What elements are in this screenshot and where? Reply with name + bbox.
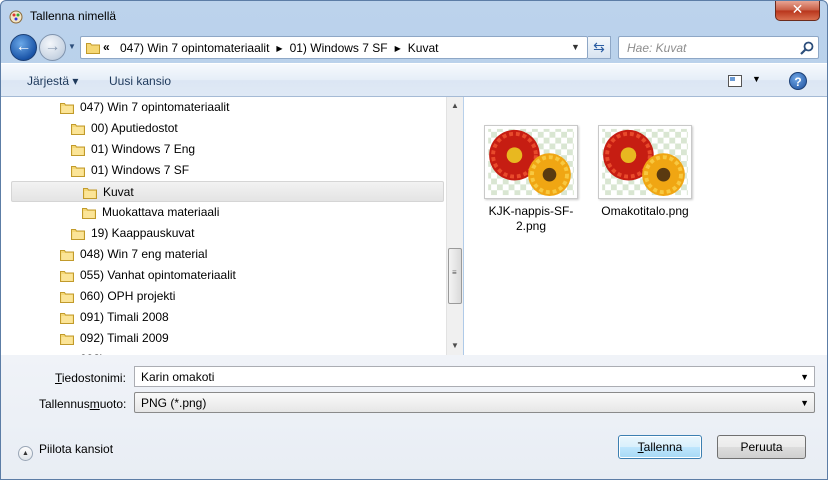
tree-item[interactable]: 01) Windows 7 Eng — [71, 139, 195, 160]
breadcrumb-item[interactable]: Kuvat — [408, 41, 439, 55]
back-button[interactable]: ← — [10, 34, 37, 61]
file-name: KJK-nappis-SF-2.png — [488, 204, 574, 233]
breadcrumb-separator-icon[interactable]: ▶ — [276, 44, 282, 53]
help-button[interactable]: ? — [789, 72, 807, 90]
navigation-pane: 047) Win 7 opintomateriaalit 00) Aputiedo… — [1, 97, 463, 355]
folder-icon — [71, 124, 85, 135]
change-view-button[interactable]: ▼ — [728, 73, 764, 89]
filetype-value: PNG (*.png) — [141, 396, 207, 410]
tree-item-label: Muokattava materiaali — [102, 205, 220, 219]
folder-icon — [71, 145, 85, 156]
window-title: Tallenna nimellä — [30, 9, 117, 23]
tree-item-label: 01) Windows 7 SF — [91, 163, 190, 177]
tree-item-label: Kuvat — [103, 185, 134, 199]
folder-icon — [60, 334, 74, 345]
new-folder-button[interactable]: Uusi kansio — [109, 74, 171, 88]
hide-folders-label: Piilota kansiot — [39, 442, 114, 456]
filename-value: Karin omakoti — [141, 370, 215, 384]
breadcrumb: 047) Win 7 opintomateriaalit ▶ 01) Windows… — [120, 41, 438, 55]
folder-icon — [71, 229, 85, 240]
scroll-down-icon[interactable]: ▼ — [451, 341, 459, 350]
tree-item-label: 00) Aputiedostot — [91, 121, 178, 135]
filename-label: Tiedostonimi: — [55, 371, 126, 385]
chevron-down-icon: ▼ — [752, 74, 761, 84]
search-icon[interactable] — [799, 40, 815, 56]
tree-item-label: 092) Timali 2009 — [80, 331, 169, 345]
tree-item[interactable]: 19) Kaappauskuvat — [71, 223, 194, 244]
tree-item-label: 091) Timali 2008 — [80, 310, 169, 324]
tree-item-label: 19) Kaappauskuvat — [91, 226, 195, 240]
folder-icon — [82, 208, 96, 219]
search-input[interactable]: Hae: Kuvat — [618, 36, 819, 59]
views-icon — [728, 75, 742, 87]
folder-icon — [86, 43, 100, 54]
file-list: KJK-nappis-SF-2.png Omakotitalo.png — [464, 97, 827, 355]
address-dropdown-icon[interactable]: ▼ — [571, 42, 580, 52]
paint-app-icon — [9, 10, 23, 24]
dialog-footer: Tiedostonimi: Karin omakoti ▼ Tallennusm… — [1, 355, 827, 479]
breadcrumb-item[interactable]: 047) Win 7 opintomateriaalit — [120, 41, 269, 55]
refresh-icon: ⇆ — [593, 39, 605, 55]
close-button[interactable]: ✕ — [775, 1, 820, 21]
tree-item[interactable]: 048) Win 7 eng material — [60, 244, 207, 265]
address-bar[interactable]: « 047) Win 7 opintomateriaalit ▶ 01) Windo… — [80, 36, 588, 59]
breadcrumb-item[interactable]: 01) Windows 7 SF — [290, 41, 388, 55]
command-bar: Järjestä ▾ Uusi kansio ▼ ? — [1, 63, 827, 97]
image-thumbnail — [484, 125, 578, 199]
cancel-button[interactable]: Peruuta — [717, 435, 806, 459]
forward-arrow-icon: → — [44, 38, 61, 55]
folder-icon — [60, 103, 74, 114]
filetype-select[interactable]: PNG (*.png) ▼ — [134, 392, 815, 413]
hide-folders-button[interactable]: ▲ Piilota kansiot — [18, 442, 113, 461]
address-overflow[interactable]: « — [103, 40, 110, 54]
recent-pages-dropdown[interactable]: ▼ — [67, 42, 77, 52]
folder-icon — [83, 188, 97, 199]
search-placeholder: Hae: Kuvat — [627, 41, 687, 55]
back-arrow-icon: ← — [15, 38, 32, 55]
tree-item[interactable]: 091) Timali 2008 — [60, 307, 169, 328]
filetype-label: Tallennusmuoto: — [39, 397, 127, 411]
folder-icon — [60, 313, 74, 324]
chevron-down-icon[interactable]: ▼ — [800, 372, 809, 382]
scroll-up-icon[interactable]: ▲ — [451, 101, 459, 110]
filename-field[interactable]: Karin omakoti ▼ — [134, 366, 815, 387]
save-button[interactable]: Tallenna — [618, 435, 702, 459]
tree-item[interactable]: 092) Timali 2009 — [60, 328, 169, 349]
organize-button[interactable]: Järjestä ▾ — [27, 74, 78, 88]
folder-icon — [60, 292, 74, 303]
navigation-row: ← → ▼ « 047) Win 7 opintomateriaalit ▶ 01)… — [1, 31, 827, 63]
tree-item[interactable]: 055) Vanhat opintomateriaalit — [60, 265, 236, 286]
tree-item-label: 060) OPH projekti — [80, 289, 176, 303]
tree-item[interactable]: 00) Aputiedostot — [71, 118, 178, 139]
chevron-up-icon: ▲ — [18, 446, 33, 461]
chevron-down-icon: ▼ — [800, 398, 809, 408]
tree-item[interactable]: 01) Windows 7 SF — [71, 160, 189, 181]
image-thumbnail — [598, 125, 692, 199]
title-bar: Tallenna nimellä ✕ — [1, 1, 827, 31]
tree-item-label: 01) Windows 7 Eng — [91, 142, 196, 156]
tree-item-label: 048) Win 7 eng material — [80, 247, 208, 261]
folder-icon — [60, 250, 74, 261]
nav-scrollbar[interactable]: ▲ ≡ ▼ — [446, 97, 463, 355]
tree-item[interactable]: 047) Win 7 opintomateriaalit — [60, 97, 229, 118]
tree-item-label: 047) Win 7 opintomateriaalit — [80, 100, 230, 114]
refresh-button[interactable]: ⇆ — [588, 36, 611, 59]
folder-icon — [60, 271, 74, 282]
scrollbar-thumb[interactable]: ≡ — [448, 248, 462, 304]
save-as-dialog: Tallenna nimellä ✕ ← → ▼ « 047) Win 7 op… — [0, 0, 828, 480]
file-name: Omakotitalo.png — [601, 204, 689, 218]
tree-item[interactable]: 060) OPH projekti — [60, 286, 175, 307]
tree-item[interactable]: Kuvat — [11, 181, 444, 202]
breadcrumb-separator-icon[interactable]: ▶ — [395, 44, 401, 53]
forward-button[interactable]: → — [39, 34, 66, 61]
tree-item[interactable]: Muokattava materiaali — [82, 202, 219, 223]
tree-item-label: 055) Vanhat opintomateriaalit — [80, 268, 236, 282]
folder-icon — [71, 166, 85, 177]
chevron-down-icon: ▼ — [68, 42, 76, 51]
